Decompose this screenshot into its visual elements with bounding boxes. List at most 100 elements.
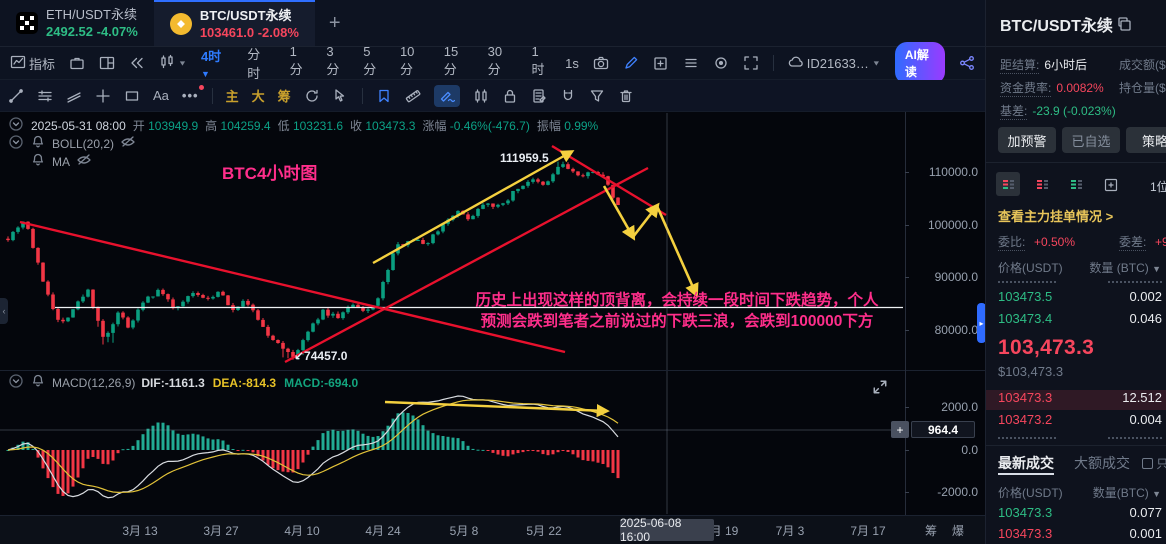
- list-settings-button[interactable]: [683, 55, 699, 71]
- replay-button[interactable]: [129, 55, 145, 71]
- tab-symbol: BTC/USDT永续: [199, 8, 292, 23]
- book-both-icon[interactable]: [996, 172, 1020, 196]
- trend-line-tool[interactable]: [8, 88, 24, 104]
- eyeoff-icon: [121, 136, 135, 147]
- axis-tick-mark: [905, 330, 909, 331]
- timeframe-3分[interactable]: 3分: [326, 44, 346, 82]
- book-bids-icon[interactable]: [1064, 172, 1088, 196]
- main-orders-link[interactable]: 查看主力挂单情况 >: [998, 206, 1113, 225]
- axis-toggle-爆[interactable]: 爆: [952, 522, 964, 539]
- book-row[interactable]: 103473.2 0.004: [986, 412, 1166, 432]
- book-row[interactable]: 103473.4 0.046: [986, 311, 1166, 331]
- trade-row[interactable]: 103473.3 0.001: [986, 526, 1166, 544]
- chart-settings-button[interactable]: [713, 55, 729, 71]
- macd-value: DIF:-1161.3: [141, 375, 205, 390]
- add-tab-button[interactable]: +: [315, 0, 355, 46]
- trade-tab-大额成交[interactable]: 大额成交: [1074, 453, 1130, 473]
- tab-btc-usdt[interactable]: BTC/USDT永续 103461.0 -2.08%: [153, 0, 315, 46]
- ascending-red-trendline: [284, 166, 649, 364]
- filter-drawings-button[interactable]: [589, 88, 605, 104]
- book-custom-icon[interactable]: [1098, 172, 1122, 196]
- alert-bell-icon[interactable]: [30, 373, 46, 392]
- eyeoff-icon: [77, 154, 91, 165]
- cloud-icon: [788, 54, 804, 73]
- timeframe-1s[interactable]: 1s: [565, 56, 579, 71]
- text-tool[interactable]: Aa: [153, 88, 169, 103]
- eye-off-icon[interactable]: [76, 152, 92, 171]
- cursor-tool[interactable]: [333, 88, 349, 104]
- book-qty-header[interactable]: 数量 (BTC) ▼: [1089, 259, 1161, 276]
- decimal-precision-selector[interactable]: 1位: [1150, 178, 1166, 195]
- timeframe-4h[interactable]: 4时 ▼: [201, 46, 233, 80]
- timeframe-30分[interactable]: 30分: [488, 44, 515, 82]
- collapse-chevron-icon[interactable]: [8, 134, 24, 153]
- time-axis[interactable]: 3月 13 3月 27 4月 10 4月 24 5月 8 5月 22 月 19 7月 3 7月 …: [0, 515, 985, 544]
- timeframe-1分[interactable]: 1分: [290, 44, 310, 82]
- timeframe-5分[interactable]: 5分: [363, 44, 383, 82]
- pane-divider[interactable]: [0, 370, 985, 371]
- cross-line-tool[interactable]: [95, 88, 111, 104]
- axis-toggle-筹[interactable]: 筹: [925, 522, 937, 539]
- large-text-toggle[interactable]: 大: [252, 86, 265, 105]
- collapse-chevron-icon[interactable]: [8, 116, 24, 135]
- drawing-bar-collapse-handle[interactable]: ‹: [0, 298, 8, 324]
- indicators-button[interactable]: 指标: [10, 54, 55, 73]
- trade-tab-最新成交[interactable]: 最新成交: [998, 453, 1054, 473]
- tab-eth-usdt[interactable]: ETH/USDT永续 2492.52 -4.07%: [0, 0, 154, 46]
- macd-label: MACD(12,26,9): [52, 375, 136, 390]
- book-asks-icon[interactable]: [1030, 172, 1054, 196]
- panel-button-策略[interactable]: 策略: [1126, 127, 1166, 153]
- axis-tick-mark: [905, 225, 909, 226]
- panel-button-已自选[interactable]: 已自选: [1062, 127, 1120, 153]
- panel-button-加预警[interactable]: 加预警: [998, 127, 1056, 153]
- candle-pattern-tool[interactable]: [473, 88, 489, 104]
- ma-label: MA: [52, 154, 70, 169]
- candle2-icon: [474, 88, 487, 103]
- eye-off-icon[interactable]: [120, 134, 136, 153]
- timeframe-分时[interactable]: 分时: [247, 44, 272, 82]
- share-button[interactable]: [959, 55, 975, 71]
- delete-drawings-button[interactable]: [618, 88, 634, 104]
- notes-button[interactable]: [531, 88, 547, 104]
- ai-analysis-button[interactable]: AI解读: [894, 42, 946, 84]
- macd-pane-expand-icon[interactable]: [872, 379, 888, 398]
- trade-row[interactable]: 103473.3 0.077: [986, 505, 1166, 525]
- main-chart-toggle[interactable]: 主: [226, 86, 239, 105]
- draw-button[interactable]: [623, 55, 639, 71]
- clipped-ask-row: [998, 281, 1056, 283]
- collapse-chevron-icon[interactable]: [8, 373, 24, 392]
- copy-symbol-icon[interactable]: [1116, 16, 1132, 35]
- timeframe-1时[interactable]: 1时: [531, 44, 551, 82]
- macd-crosshair-value: 964.4: [911, 421, 975, 438]
- screenshot-button[interactable]: [593, 55, 609, 71]
- trades-filter-checkbox[interactable]: 只: [1142, 455, 1166, 472]
- new-pane-button[interactable]: [653, 55, 669, 71]
- magnet-button[interactable]: [560, 88, 576, 104]
- parallel-line-tool[interactable]: [66, 88, 82, 104]
- fullscreen-button[interactable]: [743, 55, 759, 71]
- chips-toggle[interactable]: 筹: [278, 86, 291, 105]
- lock-drawings-button[interactable]: [502, 88, 518, 104]
- top-red-resistance-line: [551, 144, 667, 217]
- timeframe-15分[interactable]: 15分: [444, 44, 471, 82]
- horizontal-ray-tool[interactable]: [37, 88, 53, 104]
- book-row[interactable]: 103473.3 12.512: [986, 390, 1166, 410]
- refresh-tool[interactable]: [304, 88, 320, 104]
- cloud-workspace-button[interactable]: ID21633… ▼: [788, 54, 881, 73]
- macd-crosshair-add-button[interactable]: +: [891, 421, 909, 438]
- ruler-tool[interactable]: [405, 88, 421, 104]
- more-tools-button[interactable]: •••: [182, 85, 204, 103]
- freehand-draw-tool[interactable]: [433, 84, 460, 107]
- rectangle-tool[interactable]: [124, 88, 140, 104]
- timeframe-10分[interactable]: 10分: [400, 44, 427, 82]
- alert-bell-icon[interactable]: [30, 152, 46, 171]
- strategy-case-button[interactable]: [69, 55, 85, 71]
- cursor-icon: [334, 88, 344, 102]
- bell-icon: [32, 374, 44, 387]
- alert-bell-icon[interactable]: [30, 134, 46, 153]
- trades-qty-header[interactable]: 数量(BTC) ▼: [1093, 484, 1161, 501]
- layout-button[interactable]: [99, 55, 115, 71]
- bookmark-tool[interactable]: [376, 88, 392, 104]
- book-row[interactable]: 103473.5 0.002: [986, 289, 1166, 309]
- candle-style-button[interactable]: ▼: [159, 54, 187, 73]
